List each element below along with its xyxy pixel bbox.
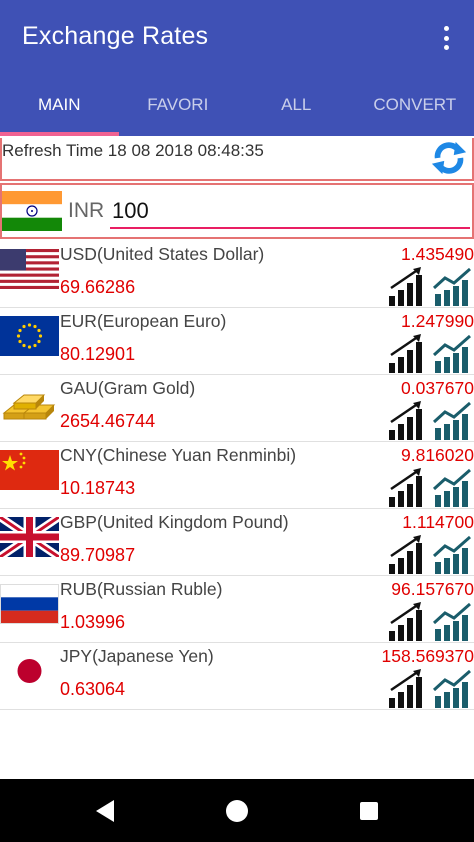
currency-name: CNY(Chinese Yuan Renminbi) — [60, 445, 297, 465]
currency-inverse-rate: 0.63064 — [60, 679, 126, 699]
rate-row-jpy[interactable]: JPY(Japanese Yen) 158.569370 0.63064 — [0, 643, 474, 710]
rate-row-eur[interactable]: EUR(European Euro) 1.247990 80.12901 — [0, 308, 474, 375]
trend-chart-icon[interactable] — [432, 467, 474, 507]
currency-rate: 1.247990 — [401, 311, 474, 331]
india-flag-icon[interactable] — [2, 191, 62, 231]
tab-bar: MAIN FAVORI ALL CONVERT — [0, 76, 474, 136]
gold-bars-icon — [2, 394, 56, 420]
currency-name: JPY(Japanese Yen) — [60, 646, 214, 666]
cn-flag-icon — [0, 450, 59, 490]
back-icon[interactable] — [92, 797, 120, 825]
currency-inverse-rate: 69.66286 — [60, 277, 136, 297]
trend-chart-icon[interactable] — [432, 668, 474, 708]
currency-inverse-rate: 10.18743 — [60, 478, 136, 498]
bar-chart-icon[interactable] — [388, 534, 428, 574]
refresh-icon[interactable] — [430, 139, 468, 177]
ru-flag-icon — [0, 584, 59, 624]
rate-row-rub[interactable]: RUB(Russian Ruble) 96.157670 1.03996 — [0, 576, 474, 643]
trend-chart-icon[interactable] — [432, 534, 474, 574]
tab-favori[interactable]: FAVORI — [119, 76, 238, 136]
currency-name: GAU(Gram Gold) — [60, 378, 196, 398]
rate-row-gau[interactable]: GAU(Gram Gold) 0.037670 2654.46744 — [0, 375, 474, 442]
currency-inverse-rate: 2654.46744 — [60, 411, 156, 431]
tab-convert[interactable]: CONVERT — [356, 76, 474, 136]
bar-chart-icon[interactable] — [388, 266, 428, 306]
rate-row-usd[interactable]: USD(United States Dollar) 1.435490 69.66… — [0, 241, 474, 308]
amount-input-row: INR — [0, 183, 474, 239]
currency-name: EUR(European Euro) — [60, 311, 227, 331]
rates-list: USD(United States Dollar) 1.435490 69.66… — [0, 241, 474, 710]
bar-chart-icon[interactable] — [388, 467, 428, 507]
currency-inverse-rate: 89.70987 — [60, 545, 136, 565]
currency-rate: 0.037670 — [401, 378, 474, 398]
trend-chart-icon[interactable] — [432, 400, 474, 440]
bar-chart-icon[interactable] — [388, 601, 428, 641]
currency-rate: 1.435490 — [401, 244, 474, 264]
tab-all[interactable]: ALL — [237, 76, 356, 136]
currency-inverse-rate: 80.12901 — [60, 344, 136, 364]
tab-main[interactable]: MAIN — [0, 76, 119, 136]
recents-icon[interactable] — [355, 797, 383, 825]
refresh-row: Refresh Time 18 08 2018 08:48:35 — [0, 138, 474, 181]
home-icon[interactable] — [223, 797, 251, 825]
bar-chart-icon[interactable] — [388, 668, 428, 708]
currency-name: USD(United States Dollar) — [60, 244, 265, 264]
us-flag-icon — [0, 249, 59, 289]
trend-chart-icon[interactable] — [432, 601, 474, 641]
rate-row-cny[interactable]: CNY(Chinese Yuan Renminbi) 9.816020 10.1… — [0, 442, 474, 509]
bar-chart-icon[interactable] — [388, 333, 428, 373]
bar-chart-icon[interactable] — [388, 400, 428, 440]
rate-row-gbp[interactable]: GBP(United Kingdom Pound) 1.114700 89.70… — [0, 509, 474, 576]
currency-rate: 1.114700 — [402, 512, 474, 532]
refresh-time: Refresh Time 18 08 2018 08:48:35 — [2, 141, 264, 160]
system-nav-bar — [0, 779, 474, 842]
trend-chart-icon[interactable] — [432, 333, 474, 373]
gb-flag-icon — [0, 517, 59, 557]
currency-name: GBP(United Kingdom Pound) — [60, 512, 289, 532]
eu-flag-icon — [0, 316, 59, 356]
currency-rate: 96.157670 — [391, 579, 474, 599]
app-title: Exchange Rates — [22, 22, 209, 50]
app-bar: Exchange Rates MAIN FAVORI ALL CONVERT — [0, 0, 474, 136]
currency-rate: 9.816020 — [401, 445, 474, 465]
amount-input[interactable] — [110, 195, 470, 229]
trend-chart-icon[interactable] — [432, 266, 474, 306]
currency-inverse-rate: 1.03996 — [60, 612, 126, 632]
base-currency-code: INR — [68, 199, 105, 222]
currency-name: RUB(Russian Ruble) — [60, 579, 223, 599]
currency-rate: 158.569370 — [381, 646, 474, 666]
overflow-menu-icon[interactable] — [436, 24, 456, 52]
jp-flag-icon — [0, 651, 59, 691]
